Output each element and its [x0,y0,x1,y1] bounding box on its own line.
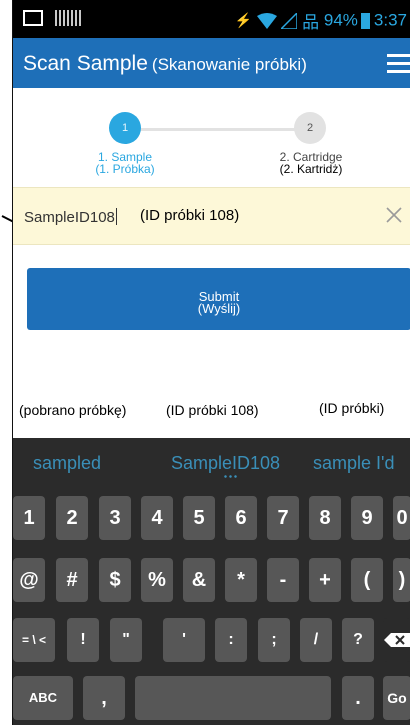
key-2[interactable]: 2 [56,496,88,540]
key-3[interactable]: 3 [99,496,131,540]
key-double-quote[interactable]: " [110,618,142,662]
key-more-symbols[interactable]: = \ < [13,618,55,662]
key-plus[interactable]: + [309,558,341,602]
step-1-label-translation: (1. Próbka) [95,162,155,176]
clock: 3:37 [373,10,407,30]
network-icon: 品 [302,13,320,32]
key-go[interactable]: Go [383,676,410,720]
status-bar: ⚡ 品 94% 3:37 [13,0,410,38]
step-2-label: 2. Cartridge (2. Kartridż) [259,151,363,175]
key-single-quote[interactable]: ' [163,618,205,662]
suggestion-sample-id[interactable]: sample I'd [313,453,394,474]
barcode-notification-icon [55,9,82,26]
translation-suggestion-3: (ID próbki) [319,400,385,416]
step-2-label-translation: (2. Kartridż) [279,162,343,176]
key-period[interactable]: . [342,676,374,720]
key-8[interactable]: 8 [309,496,341,540]
page-title-translation: (Skanowanie próbki) [151,55,307,74]
key-1[interactable]: 1 [13,496,45,540]
signal-icon [279,11,302,30]
more-suggestions-indicator [223,475,237,478]
battery-percent: 94% [323,10,358,30]
key-hash[interactable]: # [56,558,88,602]
wifi-icon [256,11,282,30]
key-5[interactable]: 5 [183,496,215,540]
mute-icon: ⚡ [234,12,252,28]
suggestion-sampleid108[interactable]: SampleID108 [171,453,280,474]
key-7[interactable]: 7 [267,496,299,540]
submit-label-translation: (Wyślij) [197,301,241,316]
key-slash[interactable]: / [300,618,332,662]
step-1-label: 1. Sample (1. Próbka) [75,151,175,175]
clear-icon[interactable] [385,206,403,224]
submit-button[interactable]: Submit (Wyślij) [27,268,410,330]
key-close-paren[interactable]: ) [393,558,410,602]
key-0[interactable]: 0 [393,496,410,540]
key-question[interactable]: ? [342,618,374,662]
page-title-text: Scan Sample [23,52,148,75]
phone-screen: ⚡ 品 94% 3:37 Scan Sample (Skanowanie próbk… [12,0,410,725]
translation-suggestion-1: (pobrano próbkę) [19,402,127,418]
sample-id-value: SampleID108 [24,208,117,226]
step-2-indicator: 2 [294,112,326,144]
key-backspace[interactable] [383,618,410,662]
suggestion-sampled[interactable]: sampled [33,453,101,474]
key-semicolon[interactable]: ; [258,618,290,662]
gallery-notification-icon [23,9,43,26]
sample-id-input[interactable]: SampleID108 (ID próbki 108) [13,187,410,245]
battery-icon [360,12,370,29]
key-exclamation[interactable]: ! [67,618,99,662]
stepper-line [125,128,313,131]
key-at[interactable]: @ [13,558,45,602]
key-6[interactable]: 6 [225,496,257,540]
hamburger-menu-icon[interactable] [387,54,410,73]
key-percent[interactable]: % [141,558,173,602]
backspace-icon [384,633,410,647]
key-abc[interactable]: ABC [13,676,73,720]
key-open-paren[interactable]: ( [351,558,383,602]
page-title: Scan Sample (Skanowanie próbki) [23,52,307,76]
sample-id-translation: (ID próbki 108) [140,207,240,224]
key-comma[interactable]: , [83,676,125,720]
key-9[interactable]: 9 [351,496,383,540]
key-dollar[interactable]: $ [99,558,131,602]
translation-suggestion-2: (ID próbki 108) [166,402,259,418]
key-space[interactable] [135,676,331,720]
key-ampersand[interactable]: & [183,558,215,602]
key-minus[interactable]: - [267,558,299,602]
key-colon[interactable]: : [215,618,247,662]
key-4[interactable]: 4 [141,496,173,540]
step-1-indicator: 1 [109,112,141,144]
app-bar: Scan Sample (Skanowanie próbki) [13,38,410,88]
key-asterisk[interactable]: * [225,558,257,602]
